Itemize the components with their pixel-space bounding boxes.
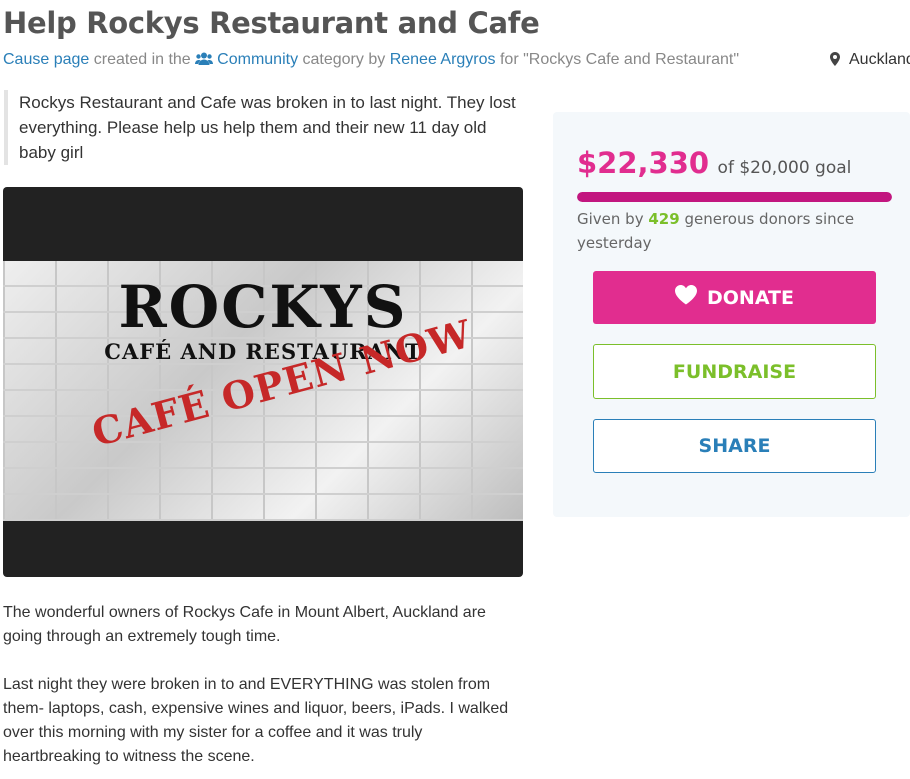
category-by-text: category by <box>302 51 386 68</box>
story-paragraph: The wonderful owners of Rockys Cafe in M… <box>3 604 486 645</box>
donation-panel: $22,330 of $20,000 goal Given by 429 gen… <box>553 112 910 517</box>
given-by-text: Given by <box>577 210 644 228</box>
for-text: for "Rockys Cafe and Restaurant" <box>499 51 740 68</box>
donor-count: 429 <box>648 210 680 228</box>
raised-amount: $22,330 <box>577 146 710 180</box>
media-viewer[interactable]: ROCKYS CAFÉ AND RESTAURANT CAFÉ OPEN NOW <box>3 187 523 577</box>
heart-icon <box>675 285 697 310</box>
donate-label: DONATE <box>707 286 794 309</box>
fundraise-button[interactable]: FUNDRAISE <box>593 344 876 399</box>
author-link[interactable]: Renee Argyros <box>390 51 496 68</box>
category-link[interactable]: Community <box>195 51 298 68</box>
cause-page-link[interactable]: Cause page <box>3 51 89 68</box>
category-label: Community <box>217 51 299 68</box>
created-in-text: created in the <box>93 51 191 68</box>
cause-image: ROCKYS CAFÉ AND RESTAURANT CAFÉ OPEN NOW <box>3 261 523 521</box>
location-label: Auckland <box>849 51 910 68</box>
goal-text: of $20,000 goal <box>717 158 852 178</box>
users-icon <box>195 52 214 71</box>
progress-bar <box>577 192 892 202</box>
location: Auckland <box>830 51 910 71</box>
cause-blurb: Rockys Restaurant and Cafe was broken in… <box>4 90 523 165</box>
share-button[interactable]: SHARE <box>593 419 876 473</box>
amount-raised: $22,330 of $20,000 goal <box>577 146 851 180</box>
map-pin-icon <box>830 52 840 71</box>
story-paragraph: Last night they were broken in to and EV… <box>3 676 509 765</box>
story-text: The wonderful owners of Rockys Cafe in M… <box>3 601 523 779</box>
progress-fill <box>577 192 892 202</box>
page-title: Help Rockys Restaurant and Cafe <box>3 6 540 40</box>
page-meta: Cause page created in the Community cate… <box>3 51 739 71</box>
donate-button[interactable]: DONATE <box>593 271 876 324</box>
donor-summary: Given by 429 generous donors since yeste… <box>577 207 887 255</box>
